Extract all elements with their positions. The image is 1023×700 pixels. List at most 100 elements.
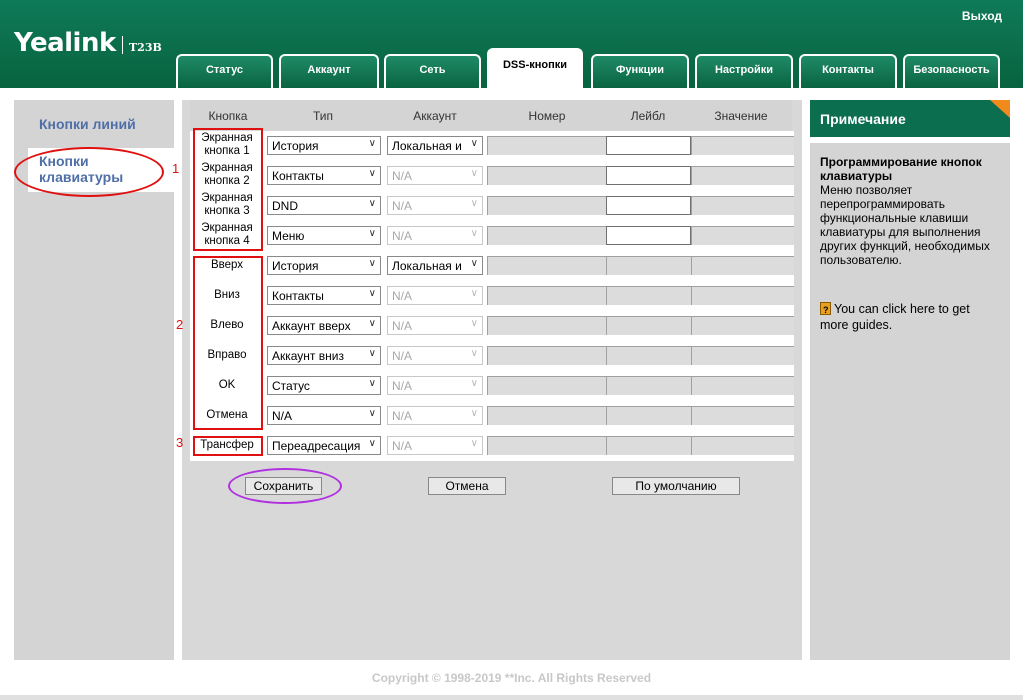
type-select-value: Контакты: [272, 169, 324, 183]
type-select[interactable]: Статус ∨: [267, 376, 381, 395]
account-select[interactable]: N/A ∨: [387, 196, 483, 215]
type-select[interactable]: История ∨: [267, 136, 381, 155]
note-corner-fold: [990, 100, 1010, 118]
account-select[interactable]: N/A ∨: [387, 286, 483, 305]
chevron-down-icon: ∨: [470, 378, 478, 389]
type-select-value: DND: [272, 199, 298, 213]
label-field: [606, 256, 691, 275]
value-field: [691, 256, 794, 275]
label-field[interactable]: [606, 166, 691, 185]
value-field: [691, 406, 794, 425]
note-body-text: Меню позволяет перепрограммировать функц…: [820, 183, 990, 267]
chevron-down-icon: ∨: [368, 348, 376, 359]
account-select-value: N/A: [392, 319, 413, 333]
account-select-value: N/A: [392, 199, 413, 213]
type-select[interactable]: История ∨: [267, 256, 381, 275]
number-field: [487, 406, 606, 425]
guide-link-text: You can click here to get more guides.: [820, 302, 970, 332]
type-select-value: Переадресация: [272, 439, 361, 453]
col-value: Значение: [714, 109, 768, 123]
tab-account[interactable]: Аккаунт: [279, 54, 379, 88]
account-select-value: N/A: [392, 169, 413, 183]
number-field: [487, 376, 606, 395]
tab-security[interactable]: Безопасность: [903, 54, 1000, 88]
account-select[interactable]: N/A ∨: [387, 226, 483, 245]
value-field: [691, 346, 794, 365]
chevron-down-icon: ∨: [368, 408, 376, 419]
chevron-down-icon: ∨: [368, 138, 376, 149]
chevron-down-icon: ∨: [368, 318, 376, 329]
type-select[interactable]: Переадресация ∨: [267, 436, 381, 455]
type-select[interactable]: Аккаунт вниз ∨: [267, 346, 381, 365]
account-select[interactable]: N/A ∨: [387, 316, 483, 335]
type-select-value: Статус: [272, 379, 310, 393]
label-field: [606, 436, 691, 455]
tab-network[interactable]: Сеть: [384, 54, 481, 88]
table-header: Кнопка Тип Аккаунт Номер Лейбл Значение: [190, 100, 792, 130]
label-field[interactable]: [606, 196, 691, 215]
account-select[interactable]: N/A ∨: [387, 406, 483, 425]
type-select[interactable]: Контакты ∨: [267, 166, 381, 185]
value-field: [691, 316, 794, 335]
account-select-value: N/A: [392, 379, 413, 393]
tab-dss-keys[interactable]: DSS-кнопки: [487, 48, 583, 88]
type-select[interactable]: Контакты ∨: [267, 286, 381, 305]
tab-status[interactable]: Статус: [176, 54, 273, 88]
label-field[interactable]: [606, 226, 691, 245]
type-select-value: История: [272, 139, 319, 153]
account-select-value: N/A: [392, 289, 413, 303]
col-account: Аккаунт: [413, 109, 457, 123]
cancel-button[interactable]: Отмена: [428, 477, 506, 495]
number-field: [487, 256, 606, 275]
guide-link[interactable]: You can click here to get more guides.: [820, 301, 1000, 333]
col-type: Тип: [312, 109, 333, 123]
tab-settings[interactable]: Настройки: [695, 54, 793, 88]
annotation-box-2: [193, 256, 263, 430]
type-select[interactable]: Меню ∨: [267, 226, 381, 245]
note-panel: Программирование кнопок клавиатуры Меню …: [810, 143, 1010, 660]
account-select-value: N/A: [392, 229, 413, 243]
account-select-value: N/A: [392, 349, 413, 363]
label-field: [606, 316, 691, 335]
value-field: [691, 436, 794, 455]
number-field: [487, 436, 606, 455]
account-select[interactable]: Локальная и ∨: [387, 136, 483, 155]
note-title: Программирование кнопок клавиатуры: [820, 155, 982, 183]
type-select[interactable]: Аккаунт вверх ∨: [267, 316, 381, 335]
account-select[interactable]: N/A ∨: [387, 346, 483, 365]
value-field: [691, 196, 794, 215]
tab-contacts[interactable]: Контакты: [799, 54, 897, 88]
logout-link[interactable]: Выход: [962, 9, 1002, 23]
default-button[interactable]: По умолчанию: [612, 477, 740, 495]
number-field: [487, 226, 606, 245]
account-select[interactable]: N/A ∨: [387, 166, 483, 185]
chevron-down-icon: ∨: [470, 288, 478, 299]
chevron-down-icon: ∨: [368, 228, 376, 239]
account-select[interactable]: Локальная и ∨: [387, 256, 483, 275]
account-select-value: Локальная и: [392, 259, 462, 273]
sidebar-highlight-oval: [14, 147, 164, 197]
chevron-down-icon: ∨: [470, 318, 478, 329]
account-select-value: Локальная и: [392, 139, 462, 153]
type-select[interactable]: DND ∨: [267, 196, 381, 215]
annotation-number-1: 1: [172, 161, 180, 176]
tab-features[interactable]: Функции: [591, 54, 689, 88]
chevron-down-icon: ∨: [368, 258, 376, 269]
col-number: Номер: [528, 109, 566, 123]
type-select-value: Контакты: [272, 289, 324, 303]
number-field: [487, 196, 606, 215]
sidebar-item-line-keys[interactable]: Кнопки линий: [14, 110, 174, 140]
type-select[interactable]: N/A ∨: [267, 406, 381, 425]
account-select[interactable]: N/A ∨: [387, 376, 483, 395]
value-field: [691, 136, 794, 155]
label-field[interactable]: [606, 136, 691, 155]
value-field: [691, 286, 794, 305]
account-select[interactable]: N/A ∨: [387, 436, 483, 455]
col-key: Кнопка: [208, 109, 248, 123]
account-select-value: N/A: [392, 409, 413, 423]
chevron-down-icon: ∨: [368, 198, 376, 209]
bottom-bar: [0, 695, 1023, 700]
chevron-down-icon: ∨: [470, 408, 478, 419]
number-field: [487, 286, 606, 305]
chevron-down-icon: ∨: [470, 258, 478, 269]
